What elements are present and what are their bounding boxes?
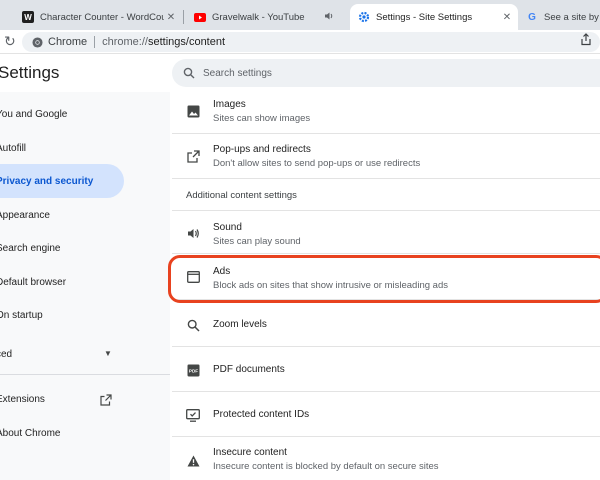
sidebar-item-label: Extensions [0, 393, 45, 405]
ads-highlight-ring [168, 255, 600, 303]
settings-gear-favicon [358, 11, 370, 23]
search-placeholder: Search settings [203, 67, 272, 79]
tab-strip: W Character Counter - WordCounter ✕ Grav… [0, 0, 600, 30]
chrome-logo-icon [32, 36, 43, 48]
open-in-new-icon[interactable] [100, 393, 112, 411]
sidebar-item-about-chrome[interactable]: About Chrome [0, 416, 124, 450]
setting-title: Images [213, 99, 246, 110]
image-icon [186, 104, 200, 118]
browser-toolbar: ↻ Chrome chrome://settings/content [0, 30, 600, 54]
chevron-down-icon[interactable]: ▼ [104, 349, 112, 358]
speaker-icon [186, 226, 200, 240]
search-icon [183, 67, 195, 79]
tab-google-search[interactable]: G See a site by turning [518, 4, 600, 30]
settings-header: Settings Search settings [0, 54, 600, 92]
tab-youtube[interactable]: Gravelwalk - YouTube [186, 4, 346, 30]
sidebar-item-you-and-google[interactable]: You and Google [0, 97, 124, 131]
sidebar-item-default-browser[interactable]: Default browser [0, 265, 124, 299]
sidebar-item-label: Autofill [0, 142, 27, 154]
sidebar-item-label: Default browser [0, 276, 67, 288]
sidebar-item-label: ced [0, 348, 13, 360]
close-icon[interactable]: ✕ [164, 12, 178, 23]
tab-title: Character Counter - WordCounter [40, 11, 164, 23]
protected-content-icon [186, 408, 200, 422]
open-in-new-icon [186, 149, 200, 163]
setting-description: Sites can show images [213, 113, 311, 124]
sound-setting-row[interactable]: Sound Sites can play sound [172, 210, 600, 254]
setting-description: Sites can play sound [213, 236, 301, 247]
tab-settings[interactable]: Settings - Site Settings ✕ [350, 4, 518, 30]
page-title: Settings [0, 63, 60, 82]
url-path: settings/content [147, 36, 226, 48]
url-text: chrome://settings/content [102, 36, 225, 48]
search-settings-input[interactable]: Search settings [172, 59, 600, 87]
tab-title: See a site by turning [544, 11, 600, 23]
sidebar-item-label: Search engine [0, 242, 61, 254]
tab-character-counter[interactable]: W Character Counter - WordCounter ✕ [14, 4, 182, 30]
tab-title: Gravelwalk - YouTube [212, 11, 305, 23]
chrome-chip[interactable]: Chrome [32, 36, 87, 48]
setting-title: Insecure content [213, 447, 287, 458]
warning-icon [186, 454, 200, 468]
sidebar-item-appearance[interactable]: Appearance [0, 198, 124, 232]
close-icon[interactable]: ✕ [500, 12, 514, 23]
setting-title: Zoom levels [213, 319, 267, 330]
setting-title: Sound [213, 222, 242, 233]
sidebar-item-label: You and Google [0, 108, 68, 120]
address-bar[interactable]: Chrome chrome://settings/content [22, 32, 600, 52]
sidebar-divider [0, 374, 170, 375]
youtube-favicon [194, 11, 206, 23]
sidebar-item-label: About Chrome [0, 427, 61, 439]
zoom-levels-setting-row[interactable]: Zoom levels [172, 300, 600, 347]
tab-title: Settings - Site Settings [376, 11, 473, 23]
sidebar-item-on-startup[interactable]: On startup [0, 298, 124, 332]
sidebar-item-label: Appearance [0, 209, 50, 221]
setting-description: Insecure content is blocked by default o… [213, 461, 439, 472]
reload-icon[interactable]: ↻ [4, 33, 16, 50]
sidebar-item-privacy-and-security[interactable]: Privacy and security [0, 164, 124, 198]
setting-title: Pop-ups and redirects [213, 144, 311, 155]
url-scheme: chrome:// [102, 36, 148, 48]
protected-content-setting-row[interactable]: Protected content IDs [172, 392, 600, 437]
zoom-icon [186, 318, 200, 332]
sidebar-item-label: On startup [0, 309, 43, 321]
google-favicon: G [528, 11, 536, 23]
sidebar-item-search-engine[interactable]: Search engine [0, 231, 124, 265]
sidebar-item-autofill[interactable]: Autofill [0, 131, 124, 165]
svg-text:PDF: PDF [188, 368, 197, 373]
tab-separator [183, 10, 184, 24]
speaker-icon[interactable] [322, 11, 336, 24]
setting-description: Don't allow sites to send pop-ups or use… [213, 158, 421, 169]
section-heading: Additional content settings [186, 190, 297, 201]
setting-title: Protected content IDs [213, 409, 310, 420]
pdf-icon: PDF [186, 363, 200, 377]
sidebar-item-label: Privacy and security [0, 175, 94, 187]
share-icon[interactable] [580, 33, 592, 51]
settings-sidebar: You and Google Autofill Privacy and secu… [0, 92, 170, 480]
insecure-content-setting-row[interactable]: Insecure content Insecure content is blo… [172, 437, 600, 480]
pdf-documents-setting-row[interactable]: PDF PDF documents [172, 347, 600, 392]
setting-title: PDF documents [213, 364, 285, 375]
chrome-chip-label: Chrome [48, 36, 88, 48]
omnibox-divider [94, 36, 96, 48]
wordcounter-favicon: W [22, 11, 34, 23]
popups-setting-row[interactable]: Pop-ups and redirects Don't allow sites … [172, 134, 600, 179]
images-setting-row[interactable]: Images Sites can show images [172, 92, 600, 134]
